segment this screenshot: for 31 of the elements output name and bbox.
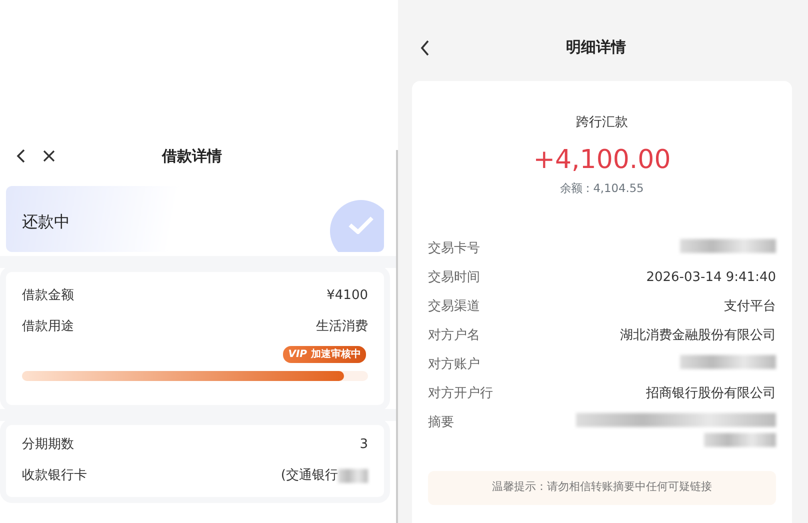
row-label: 交易卡号: [428, 240, 480, 258]
row-label: 摘要: [428, 414, 454, 432]
back-icon[interactable]: [420, 40, 430, 56]
row-value: 3: [360, 436, 368, 454]
amount: +4,100.00: [532, 144, 672, 176]
balance: 余额：4,104.55: [559, 180, 645, 196]
page-title: 明细详情: [566, 37, 626, 58]
row-label: 收款银行卡: [22, 466, 87, 485]
row-label: 借款金额: [22, 286, 74, 305]
row-label: 交易时间: [428, 268, 480, 287]
row-value: ¥4100: [326, 286, 368, 305]
check-icon: [330, 200, 384, 252]
row-value: 支付平台: [724, 298, 776, 316]
row-value: 生活消费: [316, 318, 368, 336]
row-value: (交通银行: [280, 466, 338, 485]
status-text: 还款中: [21, 211, 70, 233]
transaction-type: 跨行汇款: [575, 114, 629, 132]
row-label: 借款用途: [22, 318, 74, 336]
vip-badge: VIP 加速审核中: [283, 346, 366, 363]
notice-text: 温馨提示：请勿相信转账摘要中任何可疑链接: [428, 470, 776, 505]
row-value: 湖北消费金融股份有限公司: [620, 326, 776, 345]
close-icon[interactable]: [42, 149, 56, 163]
row-label: 对方户名: [428, 326, 480, 345]
row-label: 交易渠道: [428, 298, 480, 316]
row-value: 2026-03-14 9:41:40: [646, 268, 776, 287]
back-icon[interactable]: [16, 149, 26, 163]
page-title: 借款详情: [162, 146, 222, 167]
row-label: 对方账户: [428, 356, 480, 374]
row-label: 分期期数: [22, 436, 74, 454]
row-label: 对方开户行: [428, 384, 493, 403]
row-value: 招商银行股份有限公司: [646, 384, 776, 403]
